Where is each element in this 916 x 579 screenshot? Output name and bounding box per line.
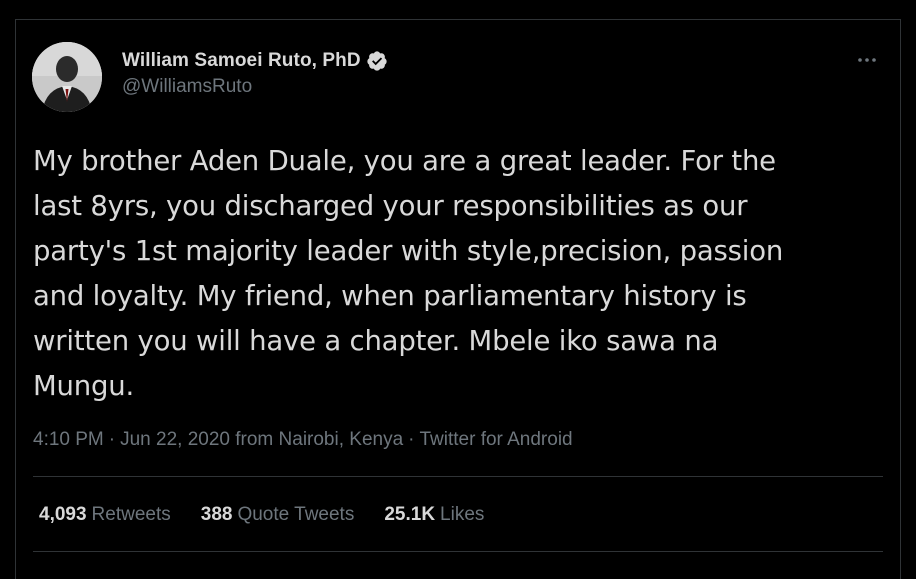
tweet-time: 4:10 PM bbox=[33, 429, 104, 450]
author-identity: William Samoei Ruto, PhD @WilliamsRuto bbox=[122, 48, 388, 98]
avatar-photo-icon bbox=[32, 42, 102, 112]
tweet-date: Jun 22, 2020 bbox=[120, 429, 230, 450]
tweet-text-line: last 8yrs, you discharged your responsib… bbox=[33, 190, 748, 222]
quote-tweets-count: 388 bbox=[200, 504, 233, 525]
retweets-stat[interactable]: 4,093 Retweets bbox=[39, 504, 171, 526]
tweet-card: William Samoei Ruto, PhD @WilliamsRuto M… bbox=[15, 19, 901, 579]
likes-stat[interactable]: 25.1K Likes bbox=[384, 504, 484, 526]
tweet-time-link[interactable]: 4:10 PM · Jun 22, 2020 bbox=[33, 429, 230, 450]
retweets-count: 4,093 bbox=[39, 504, 87, 525]
tweet-stats: 4,093 Retweets 388 Quote Tweets 25.1K Likes bbox=[39, 504, 484, 526]
tweet-text-line: My brother Aden Duale, you are a great l… bbox=[33, 145, 776, 177]
tweet-meta: 4:10 PM · Jun 22, 2020 from Nairobi, Kenya… bbox=[33, 429, 573, 451]
tweet-header: William Samoei Ruto, PhD @WilliamsRuto bbox=[32, 42, 884, 112]
avatar[interactable] bbox=[32, 42, 102, 112]
tweet-location: from Nairobi, Kenya bbox=[235, 429, 404, 450]
name-row: William Samoei Ruto, PhD bbox=[122, 48, 388, 74]
tweet-text-line: party's 1st majority leader with style,p… bbox=[33, 235, 784, 267]
author-display-name[interactable]: William Samoei Ruto, PhD bbox=[122, 50, 361, 72]
tweet-source-link[interactable]: Twitter for Android bbox=[419, 429, 572, 450]
divider bbox=[33, 476, 883, 477]
tweet-text-line: written you will have a chapter. Mbele i… bbox=[33, 325, 719, 357]
divider bbox=[33, 551, 883, 552]
meta-separator: · bbox=[108, 429, 116, 450]
meta-separator: · bbox=[408, 429, 415, 450]
author-handle[interactable]: @WilliamsRuto bbox=[122, 76, 388, 98]
tweet-text: My brother Aden Duale, you are a great l… bbox=[33, 139, 883, 409]
likes-label: Likes bbox=[440, 504, 485, 525]
likes-count: 25.1K bbox=[384, 504, 436, 525]
tweet-text-line: and loyalty. My friend, when parliamenta… bbox=[33, 280, 747, 312]
retweets-label: Retweets bbox=[91, 504, 171, 525]
quote-tweets-stat[interactable]: 388 Quote Tweets bbox=[201, 504, 355, 526]
more-options-icon[interactable] bbox=[854, 52, 880, 68]
quote-tweets-label: Quote Tweets bbox=[237, 504, 355, 525]
verified-badge-icon bbox=[367, 51, 387, 71]
tweet-text-line: Mungu. bbox=[33, 370, 135, 402]
